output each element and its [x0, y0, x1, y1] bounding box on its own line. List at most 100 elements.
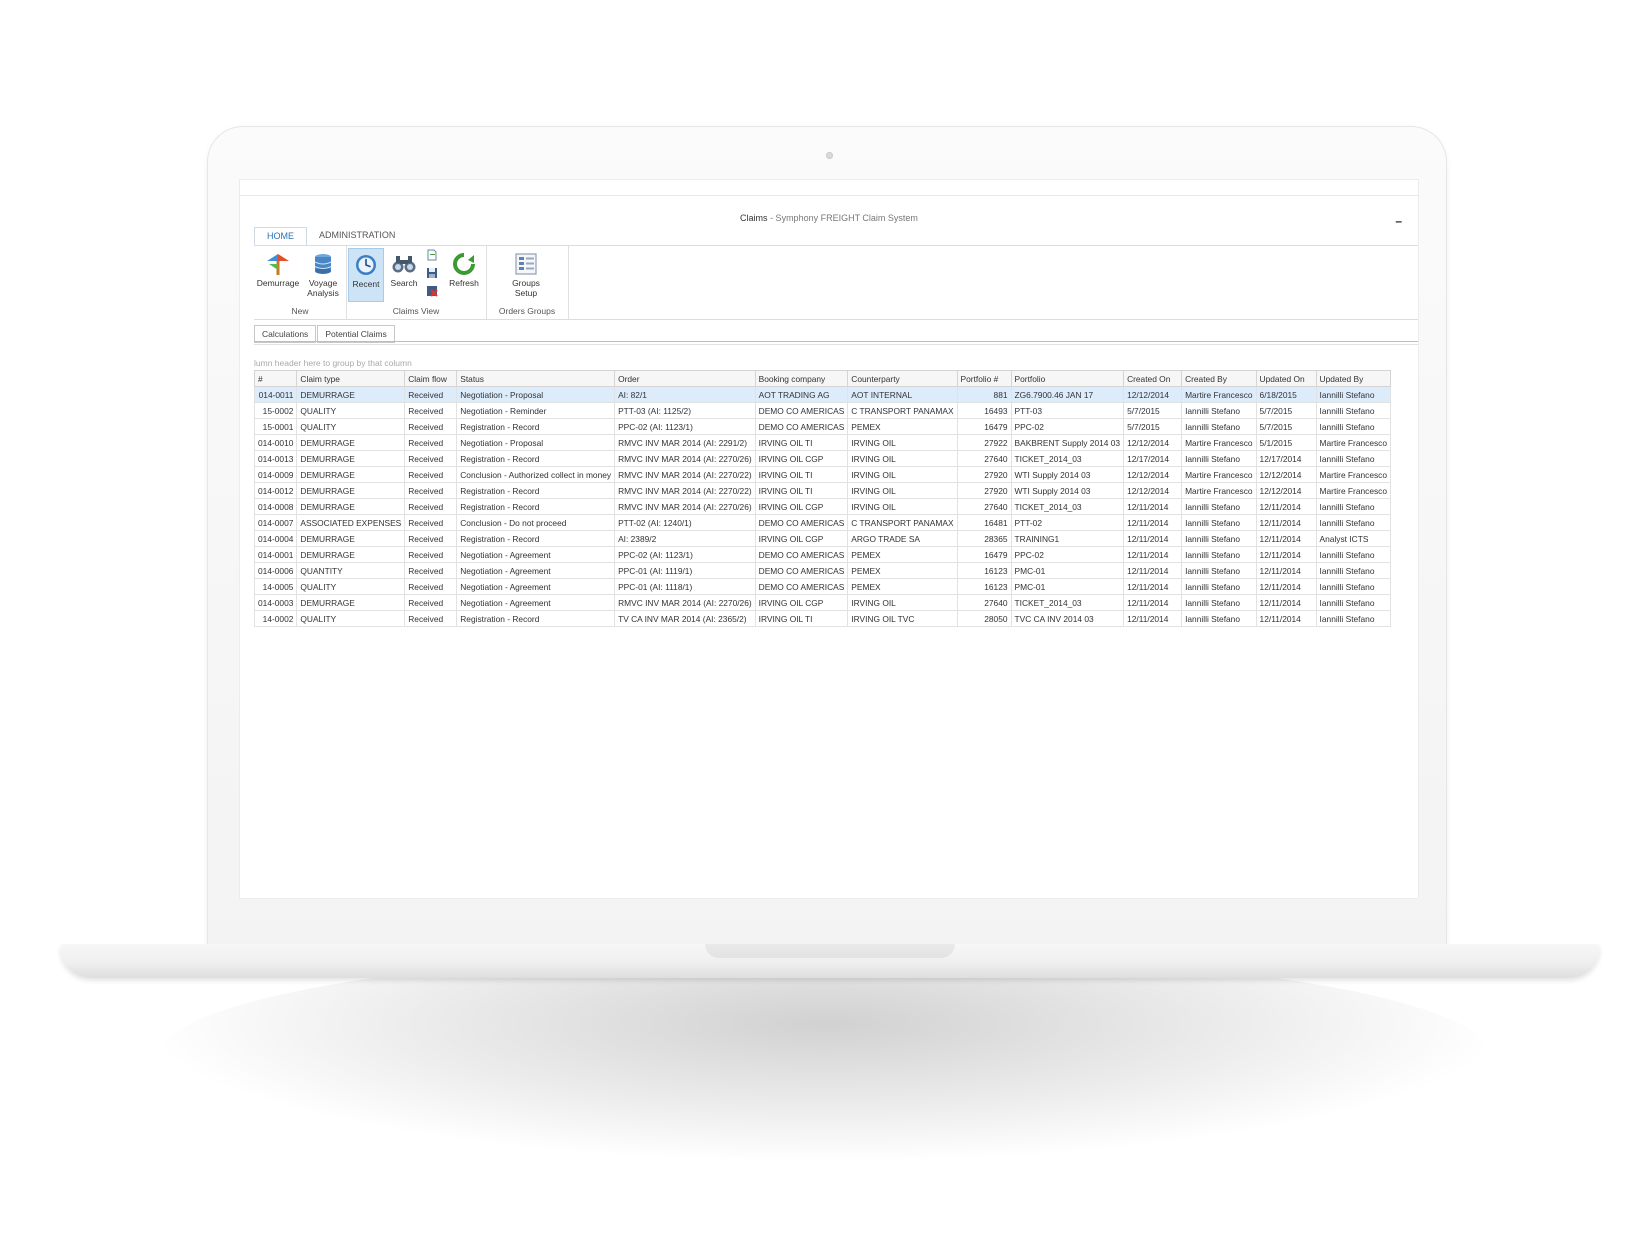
subtab-divider — [254, 341, 1418, 345]
column-header-order[interactable]: Order — [614, 370, 756, 387]
groups-label-1: Groups — [512, 278, 540, 288]
minimize-button[interactable]: – — [1395, 214, 1402, 228]
column-header-created-by[interactable]: Created By — [1181, 370, 1257, 387]
cell-updated-by: Iannilli Stefano — [1315, 610, 1392, 627]
table-row[interactable]: 014-0008 DEMURRAGE Received Registration - … — [253, 498, 1392, 515]
cell-order: PPC-01 (AI: 1119/1) — [614, 562, 756, 579]
cell-id: 14-0002 — [253, 610, 298, 627]
cell-counterparty: C TRANSPORT PANAMAX — [847, 402, 958, 419]
save-icon[interactable] — [426, 267, 438, 279]
voyage-analysis-button[interactable]: Voyage Analysis — [302, 248, 344, 300]
table-row[interactable]: 14-0005 QUALITY Received Negotiation - Agre… — [253, 578, 1392, 595]
cell-booking-company: DEMO CO AMERICAS — [754, 418, 849, 435]
groups-label-2: Setup — [514, 288, 538, 298]
table-row[interactable]: 15-0001 QUALITY Received Registration - Rec… — [253, 418, 1392, 435]
search-button[interactable]: Search — [386, 248, 422, 300]
cell-updated-on: 5/7/2015 — [1255, 402, 1317, 419]
cell-portfolio-number: 27920 — [956, 482, 1012, 499]
table-row[interactable]: 014-0010 DEMURRAGE Received Negotiation - P… — [253, 434, 1392, 451]
cell-claim-flow: Received — [404, 514, 458, 531]
cell-order: PTT-02 (AI: 1240/1) — [614, 514, 756, 531]
table-row[interactable]: 014-0001 DEMURRAGE Received Negotiation - A… — [253, 546, 1392, 563]
tab-home[interactable]: HOME — [254, 227, 307, 246]
demurrage-label: Demurrage — [256, 278, 300, 288]
cell-status: Registration - Record — [456, 610, 616, 627]
column-header-updated-on[interactable]: Updated On — [1255, 370, 1317, 387]
cell-counterparty: IRVING OIL — [847, 450, 958, 467]
table-row[interactable]: 014-0009 DEMURRAGE Received Conclusion - Au… — [253, 466, 1392, 483]
cell-updated-on: 12/17/2014 — [1255, 450, 1317, 467]
cell-id: 014-0012 — [253, 482, 298, 499]
cell-claim-type: QUALITY — [296, 418, 406, 435]
cell-created-on: 12/12/2014 — [1123, 434, 1183, 451]
cell-claim-type: DEMURRAGE — [296, 530, 406, 547]
column-header-booking-company[interactable]: Booking company — [754, 370, 849, 387]
cell-updated-by: Iannilli Stefano — [1315, 386, 1392, 403]
new-document-icon[interactable] — [426, 249, 438, 261]
cell-created-by: Iannilli Stefano — [1181, 450, 1257, 467]
cell-portfolio-number: 16123 — [956, 578, 1012, 595]
cell-booking-company: DEMO CO AMERICAS — [754, 562, 849, 579]
table-row[interactable]: 014-0011 DEMURRAGE Received Negotiation - P… — [253, 386, 1392, 403]
column-header-created-on[interactable]: Created On — [1123, 370, 1183, 387]
cell-booking-company: DEMO CO AMERICAS — [754, 514, 849, 531]
database-icon — [314, 254, 332, 274]
laptop-notch — [705, 944, 955, 958]
cell-status: Registration - Record — [456, 418, 616, 435]
cell-claim-type: DEMURRAGE — [296, 546, 406, 563]
cell-status: Registration - Record — [456, 482, 616, 499]
refresh-label: Refresh — [449, 278, 479, 288]
refresh-button[interactable]: Refresh — [444, 248, 484, 300]
column-header-status[interactable]: Status — [456, 370, 616, 387]
groups-setup-button[interactable]: Groups Setup — [500, 248, 552, 300]
cell-status: Registration - Record — [456, 530, 616, 547]
cell-counterparty: IRVING OIL — [847, 498, 958, 515]
cell-updated-by: Iannilli Stefano — [1315, 498, 1392, 515]
cell-id: 014-0001 — [253, 546, 298, 563]
cell-claim-flow: Received — [404, 498, 458, 515]
table-row[interactable]: 15-0002 QUALITY Received Negotiation - Remi… — [253, 402, 1392, 419]
cell-order: RMVC INV MAR 2014 (AI: 2270/26) — [614, 594, 756, 611]
table-row[interactable]: 014-0013 DEMURRAGE Received Registration - … — [253, 450, 1392, 467]
column-header-portfolio[interactable]: Portfolio — [1010, 370, 1125, 387]
table-row[interactable]: 014-0003 DEMURRAGE Received Negotiation - A… — [253, 594, 1392, 611]
column-header-counterparty[interactable]: Counterparty — [847, 370, 958, 387]
group-label-new: New — [291, 306, 309, 316]
recent-button[interactable]: Recent — [348, 248, 384, 302]
cell-order: AI: 2389/2 — [614, 530, 756, 547]
cell-order: TV CA INV MAR 2014 (AI: 2365/2) — [614, 610, 756, 627]
window-title-rest: - Symphony FREIGHT Claim System — [767, 213, 918, 223]
demurrage-button[interactable]: Demurrage — [256, 248, 300, 300]
cell-status: Negotiation - Agreement — [456, 562, 616, 579]
cell-status: Conclusion - Authorized collect in money — [456, 466, 616, 483]
cell-status: Registration - Record — [456, 450, 616, 467]
table-row[interactable]: 14-0002 QUALITY Received Registration - Rec… — [253, 610, 1392, 627]
cell-created-by: Martire Francesco — [1181, 482, 1257, 499]
cell-portfolio-number: 16479 — [956, 418, 1012, 435]
cell-portfolio-number: 28365 — [956, 530, 1012, 547]
cell-booking-company: DEMO CO AMERICAS — [754, 546, 849, 563]
tab-administration[interactable]: ADMINISTRATION — [307, 227, 407, 246]
ribbon-group-claims-view: Recent Search Refresh Claims View — [346, 246, 487, 319]
column-header-claim-type[interactable]: Claim type — [296, 370, 406, 387]
cell-created-by: Martire Francesco — [1181, 466, 1257, 483]
column-header-claim-flow[interactable]: Claim flow — [404, 370, 458, 387]
cell-created-by: Iannilli Stefano — [1181, 578, 1257, 595]
cell-updated-on: 12/11/2014 — [1255, 578, 1317, 595]
cell-booking-company: IRVING OIL CGP — [754, 594, 849, 611]
table-row[interactable]: 014-0006 QUANTITY Received Negotiation - Ag… — [253, 562, 1392, 579]
column-header-updated-by[interactable]: Updated By — [1315, 370, 1392, 387]
delete-icon[interactable] — [426, 285, 438, 297]
column-header-id[interactable]: # — [253, 370, 298, 387]
table-row[interactable]: 014-0004 DEMURRAGE Received Registration - … — [253, 530, 1392, 547]
table-row[interactable]: 014-0012 DEMURRAGE Received Registration - … — [253, 482, 1392, 499]
cell-order: PTT-03 (AI: 1125/2) — [614, 402, 756, 419]
cell-booking-company: IRVING OIL TI — [754, 434, 849, 451]
cell-counterparty: C TRANSPORT PANAMAX — [847, 514, 958, 531]
table-row[interactable]: 014-0007 ASSOCIATED EXPENSES Received Concl… — [253, 514, 1392, 531]
window-title: Claims - Symphony FREIGHT Claim System — [240, 213, 1418, 223]
cell-updated-on: 12/12/2014 — [1255, 466, 1317, 483]
column-header-portfolio-number[interactable]: Portfolio # — [956, 370, 1012, 387]
cell-updated-by: Iannilli Stefano — [1315, 594, 1392, 611]
cell-portfolio-number: 16123 — [956, 562, 1012, 579]
